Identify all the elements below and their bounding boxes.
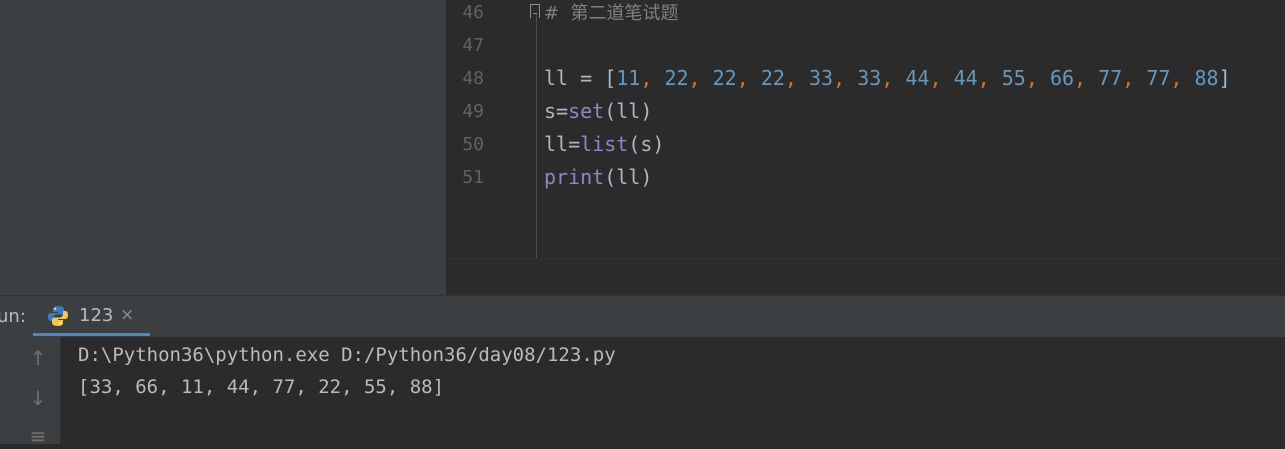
number-literal: 11 xyxy=(616,66,641,90)
comma-token: , xyxy=(1074,66,1099,90)
number-literal: 88 xyxy=(1194,66,1219,90)
builtin-token: print xyxy=(544,165,605,189)
comma-token: , xyxy=(977,66,1002,90)
comma-token: , xyxy=(688,66,713,90)
code-token: s= xyxy=(544,99,569,123)
line-number: 48 xyxy=(462,68,484,89)
code-line-comment: # 第二道笔试题 xyxy=(544,3,679,24)
run-toolbar: ↑ ↓ ≡ xyxy=(15,337,61,448)
run-tab-label: 123 xyxy=(79,305,114,326)
code-token: ll = [ xyxy=(544,66,617,90)
code-editor[interactable]: 46 47 48 49 50 51 # 第二道笔试题 ll = [11, 22,… xyxy=(446,0,1285,258)
code-token: (ll) xyxy=(604,165,653,189)
python-icon xyxy=(48,306,68,326)
arrow-up-icon[interactable]: ↑ xyxy=(25,345,51,371)
number-literal: 33 xyxy=(857,66,882,90)
run-console[interactable]: D:\Python36\python.exe D:/Python36/day08… xyxy=(61,337,1285,444)
code-token: (ll) xyxy=(604,99,653,123)
code-line-list: ll = [11, 22, 22, 22, 33, 33, 44, 44, 55… xyxy=(544,62,1231,95)
line-number: 50 xyxy=(462,134,484,155)
number-literal: 66 xyxy=(1049,66,1075,90)
close-icon[interactable]: × xyxy=(120,305,134,325)
line-number: 47 xyxy=(462,35,484,56)
fold-guide xyxy=(536,14,537,258)
number-literal: 33 xyxy=(809,66,834,90)
comma-token: , xyxy=(881,66,906,90)
number-literal: 55 xyxy=(1001,66,1026,90)
builtin-token: set xyxy=(568,99,605,123)
comma-token: , xyxy=(1025,66,1050,90)
number-literal: 22 xyxy=(712,66,737,90)
console-line: D:\Python36\python.exe D:/Python36/day08… xyxy=(78,344,616,366)
builtin-token: list xyxy=(580,132,629,156)
code-token: ] xyxy=(1218,66,1231,90)
comma-token: , xyxy=(736,66,761,90)
code-token: ll= xyxy=(544,132,581,156)
comma-token: , xyxy=(1170,66,1195,90)
line-number: 51 xyxy=(462,167,484,188)
number-literal: 44 xyxy=(953,66,978,90)
code-line-print: print(ll) xyxy=(544,161,652,194)
editor-footer xyxy=(446,258,1285,296)
comma-token: , xyxy=(640,66,665,90)
project-panel xyxy=(0,0,446,295)
number-literal: 77 xyxy=(1146,66,1171,90)
line-number-gutter: 46 47 48 49 50 51 xyxy=(446,0,536,258)
console-line: [33, 66, 11, 44, 77, 22, 55, 88] xyxy=(78,376,445,398)
number-literal: 22 xyxy=(664,66,689,90)
comment-text: 第二道笔试题 xyxy=(570,3,679,24)
code-token: (s) xyxy=(628,132,665,156)
number-literal: 44 xyxy=(905,66,930,90)
run-tab-123[interactable]: 123 × xyxy=(33,296,150,336)
run-label: un: xyxy=(0,306,26,327)
comma-token: , xyxy=(929,66,954,90)
line-number: 46 xyxy=(462,2,484,23)
fold-marker-icon[interactable] xyxy=(530,4,540,18)
comma-token: , xyxy=(784,66,809,90)
arrow-down-icon[interactable]: ↓ xyxy=(25,385,51,411)
run-toolwindow-header: un: 123 × xyxy=(0,295,1285,338)
comma-token: , xyxy=(833,66,858,90)
number-literal: 77 xyxy=(1098,66,1123,90)
code-line-list-convert: ll=list(s) xyxy=(544,128,664,161)
number-literal: 22 xyxy=(760,66,785,90)
soft-wrap-icon[interactable]: ≡ xyxy=(25,423,51,449)
line-number: 49 xyxy=(462,101,484,122)
code-line-set: s=set(ll) xyxy=(544,95,652,128)
side-toolbar-strip xyxy=(0,337,15,444)
comma-token: , xyxy=(1122,66,1147,90)
